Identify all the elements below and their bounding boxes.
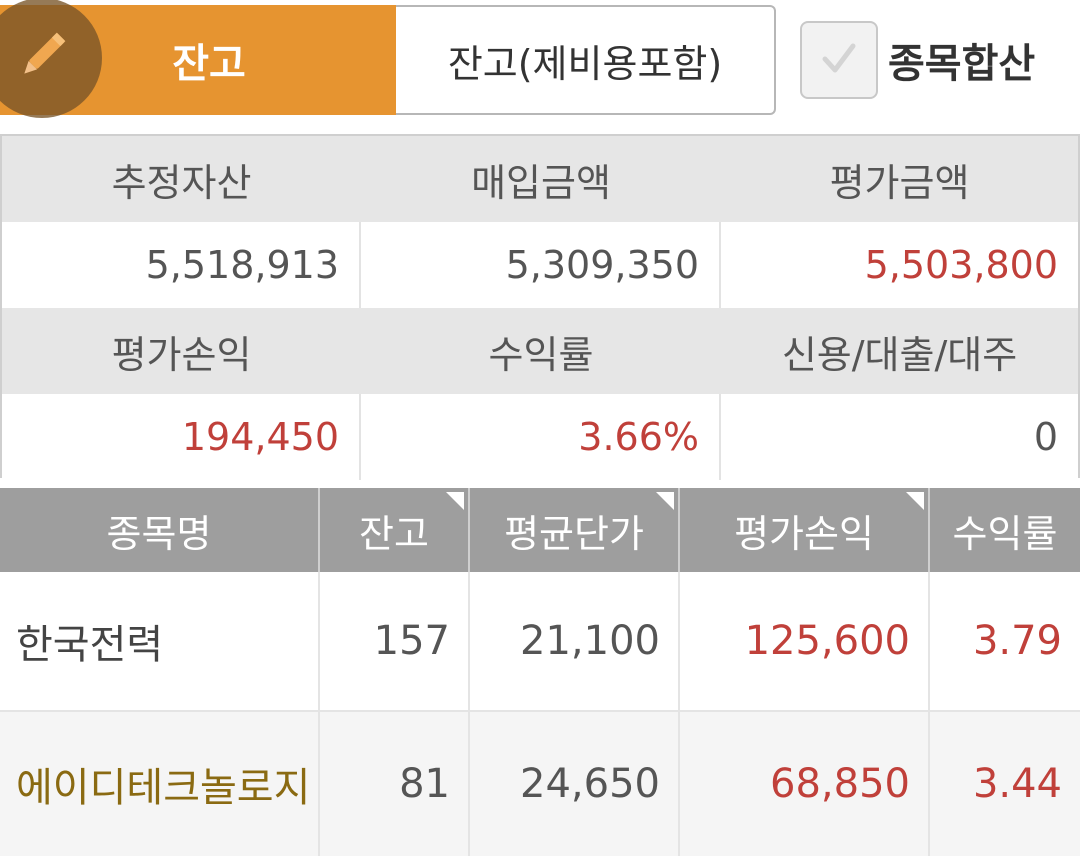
balance-toolbar: 잔고 잔고(제비용포함) 종목합산: [0, 0, 1080, 118]
column-header-quantity[interactable]: 잔고: [320, 488, 470, 572]
combine-items-checkbox[interactable]: [800, 21, 878, 99]
table-row[interactable]: 한국전력 157 21,100 125,600 3.79: [0, 572, 1080, 712]
column-header-pnl[interactable]: 평가손익: [680, 488, 930, 572]
combine-items-label: 종목합산: [888, 41, 1036, 87]
table-row[interactable]: 에이디테크놀로지 81 24,650 68,850 3.44: [0, 712, 1080, 856]
stock-quantity: 157: [320, 572, 470, 710]
return-rate-label: 수익률: [488, 332, 594, 377]
tab-balance-label: 잔고: [172, 41, 246, 87]
summary-header-row-1: 추정자산 매입금액 평가금액: [2, 136, 1078, 222]
holdings-table: 종목명 잔고 평균단가 평가손익 수익률 한국전력 157 21,100 125…: [0, 488, 1080, 856]
valuation-pnl-label: 평가손익: [111, 332, 252, 377]
column-header-pnl-label: 평가손익: [734, 511, 874, 556]
column-header-name[interactable]: 종목명: [0, 488, 320, 572]
sort-indicator-icon: [656, 492, 674, 510]
stock-quantity: 81: [320, 712, 470, 856]
stock-name[interactable]: 한국전력: [0, 572, 320, 710]
summary-value-row-1: 5,518,913 5,309,350 5,503,800: [2, 222, 1078, 308]
column-header-quantity-label: 잔고: [359, 511, 429, 556]
valuation-amount-value: 5,503,800: [864, 243, 1058, 287]
tab-balance-with-fees[interactable]: 잔고(제비용포함): [396, 5, 776, 115]
column-header-avg-price-label: 평균단가: [504, 511, 644, 556]
stock-return: 3.79: [972, 618, 1062, 664]
return-rate-value: 3.66%: [361, 394, 721, 480]
stock-pnl: 125,600: [680, 572, 930, 710]
column-header-avg-price[interactable]: 평균단가: [470, 488, 680, 572]
stock-avg-price: 24,650: [470, 712, 680, 856]
stock-pnl: 68,850: [680, 712, 930, 856]
estimated-assets-value: 5,518,913: [2, 222, 361, 308]
credit-loan-value: 0: [1033, 415, 1058, 459]
tab-balance-with-fees-label: 잔고(제비용포함): [447, 41, 723, 86]
account-summary: 추정자산 매입금액 평가금액 5,518,913 5,309,350 5,503…: [0, 134, 1080, 480]
holdings-header: 종목명 잔고 평균단가 평가손익 수익률: [0, 488, 1080, 572]
stock-avg-price: 21,100: [470, 572, 680, 710]
valuation-pnl-value: 194,450: [2, 394, 361, 480]
combine-items-toggle[interactable]: 종목합산: [800, 20, 1035, 100]
estimated-assets-label: 추정자산: [111, 160, 252, 205]
purchase-amount-value: 5,309,350: [361, 222, 721, 308]
column-header-return[interactable]: 수익률: [930, 488, 1080, 572]
pencil-icon: [11, 25, 73, 91]
summary-header-row-2: 평가손익 수익률 신용/대출/대주: [2, 308, 1078, 394]
stock-name[interactable]: 에이디테크놀로지: [0, 712, 320, 856]
purchase-amount-label: 매입금액: [471, 160, 611, 205]
credit-loan-label: 신용/대출/대주: [781, 332, 1018, 377]
valuation-amount-label: 평가금액: [829, 160, 970, 205]
sort-indicator-icon: [446, 492, 464, 510]
sort-indicator-icon: [906, 492, 924, 510]
checkmark-icon: [815, 34, 863, 86]
summary-value-row-2: 194,450 3.66% 0: [2, 394, 1078, 480]
stock-return: 3.44: [972, 761, 1062, 807]
